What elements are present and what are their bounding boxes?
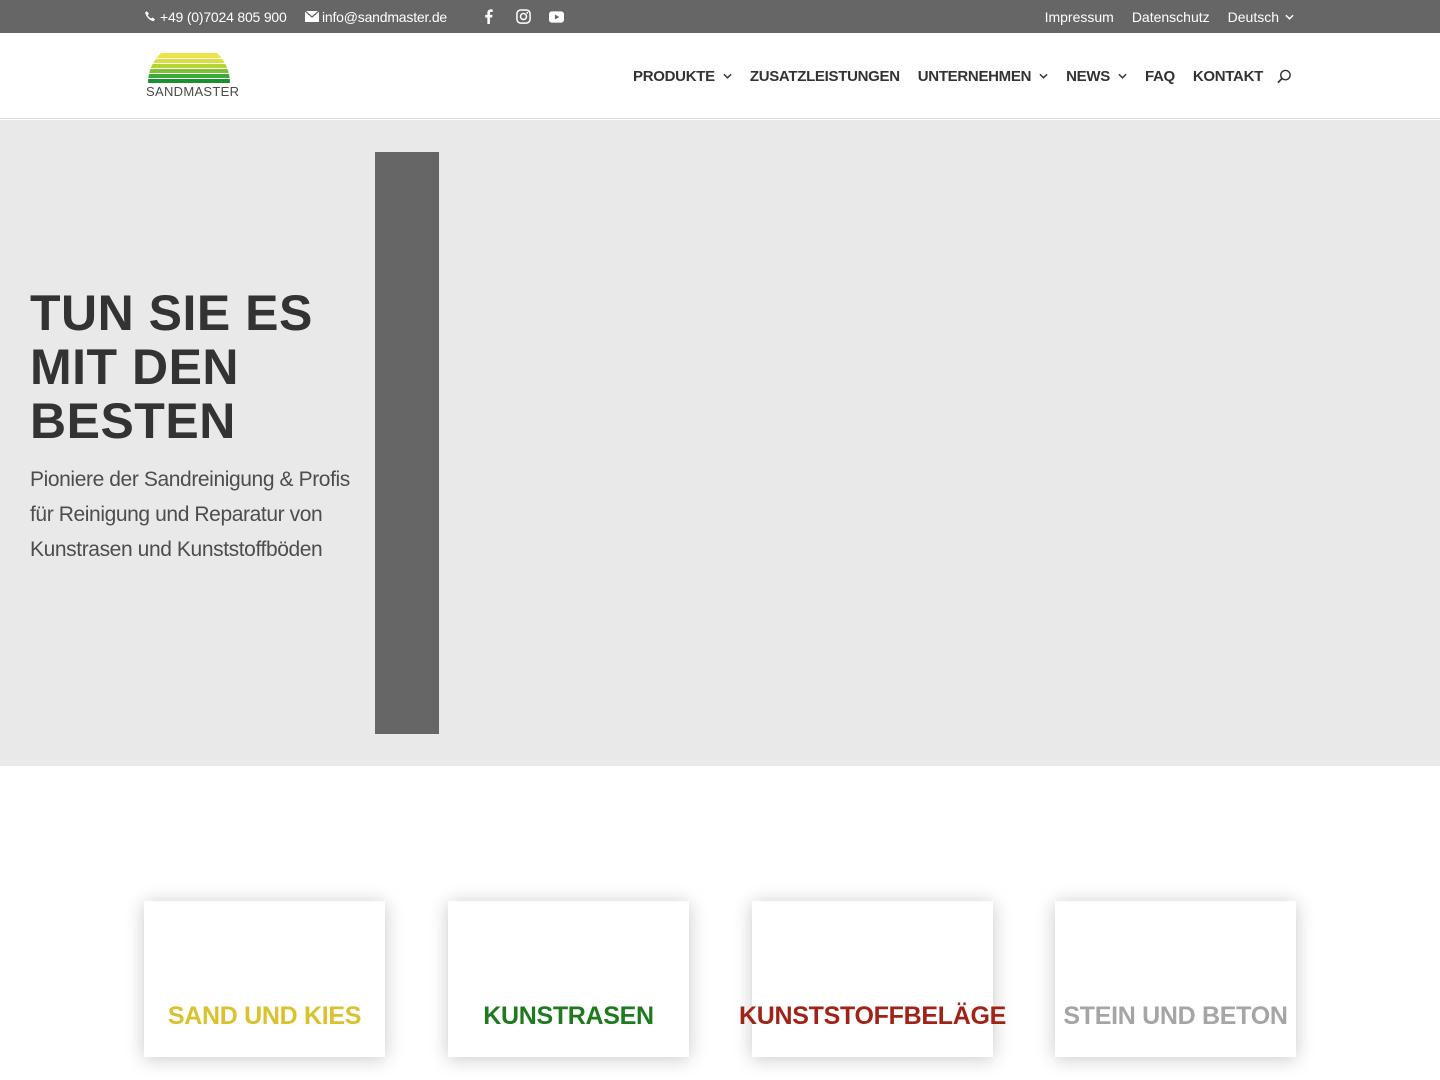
- nav-label: KONTAKT: [1192, 67, 1263, 85]
- envelope-icon: [305, 11, 319, 22]
- search-icon[interactable]: [1277, 69, 1292, 84]
- hero-subtitle: Pioniere der Sandreinigung & Profis für …: [30, 468, 350, 561]
- language-label: Deutsch: [1227, 8, 1279, 25]
- phone-link[interactable]: +49 (0)7024 805 900: [144, 0, 287, 33]
- card-label: KUNSTRASEN: [483, 1002, 654, 1030]
- phone-number: +49 (0)7024 805 900: [160, 8, 287, 25]
- nav-kontakt[interactable]: KONTAKT: [1193, 68, 1263, 85]
- card-label: STEIN UND BETON: [1063, 1002, 1288, 1030]
- hero-title-line: BESTEN: [30, 393, 236, 449]
- instagram-icon[interactable]: [516, 0, 534, 33]
- site-header: SANDMASTER PRODUKTE ZUSATZLEISTUNGEN UNT…: [0, 33, 1440, 119]
- category-card-stein-und-beton[interactable]: STEIN UND BETON: [1055, 901, 1296, 1057]
- main-nav: PRODUKTE ZUSATZLEISTUNGEN UNTERNEHMEN NE…: [615, 33, 1292, 119]
- sun-stripes-icon: [148, 53, 230, 83]
- youtube-icon[interactable]: [549, 0, 567, 33]
- nav-produkte[interactable]: PRODUKTE: [633, 68, 732, 85]
- nav-label: UNTERNEHMEN: [917, 67, 1032, 85]
- language-switcher[interactable]: Deutsch: [1228, 9, 1294, 25]
- hero-decorative-bar: [375, 152, 439, 734]
- hero-title-line: TUN SIE ES: [30, 285, 313, 341]
- facebook-icon[interactable]: [484, 0, 500, 33]
- datenschutz-link[interactable]: Datenschutz: [1132, 9, 1210, 25]
- sandmaster-logo[interactable]: SANDMASTER: [146, 53, 240, 99]
- top-bar: +49 (0)7024 805 900 info@sandmaster.de I…: [0, 0, 1440, 33]
- chevron-down-icon: [723, 73, 732, 79]
- hero-title: TUN SIE ES MIT DEN BESTEN: [30, 286, 350, 448]
- nav-faq[interactable]: FAQ: [1145, 68, 1175, 85]
- nav-unternehmen[interactable]: UNTERNEHMEN: [918, 68, 1048, 85]
- chevron-down-icon: [1039, 73, 1048, 79]
- email-address: info@sandmaster.de: [322, 8, 448, 25]
- chevron-down-icon: [1285, 14, 1294, 20]
- impressum-link[interactable]: Impressum: [1045, 9, 1114, 25]
- nav-label: ZUSATZLEISTUNGEN: [749, 67, 900, 85]
- category-card-kunststoffbelaege[interactable]: KUNSTSTOFFBELÄGE: [739, 901, 1006, 1057]
- hero-section: TUN SIE ES MIT DEN BESTEN Pioniere der S…: [0, 120, 1440, 766]
- top-links: Impressum Datenschutz Deutsch: [1027, 0, 1294, 33]
- nav-news[interactable]: NEWS: [1066, 68, 1127, 85]
- nav-label: NEWS: [1066, 67, 1110, 85]
- logo-wordmark: SANDMASTER: [146, 84, 240, 99]
- phone-icon: [144, 10, 157, 23]
- card-label: SAND UND KIES: [167, 1002, 362, 1030]
- nav-label: PRODUKTE: [633, 67, 715, 85]
- category-card-sand-und-kies[interactable]: SAND UND KIES: [144, 901, 385, 1057]
- nav-zusatzleistungen[interactable]: ZUSATZLEISTUNGEN: [750, 68, 900, 85]
- nav-label: FAQ: [1144, 67, 1175, 85]
- email-link[interactable]: info@sandmaster.de: [305, 0, 447, 33]
- chevron-down-icon: [1118, 73, 1127, 79]
- hero-title-line: MIT DEN: [30, 339, 240, 395]
- category-card-kunstrasen[interactable]: KUNSTRASEN: [448, 901, 689, 1057]
- card-label: KUNSTSTOFFBELÄGE: [739, 1002, 1006, 1030]
